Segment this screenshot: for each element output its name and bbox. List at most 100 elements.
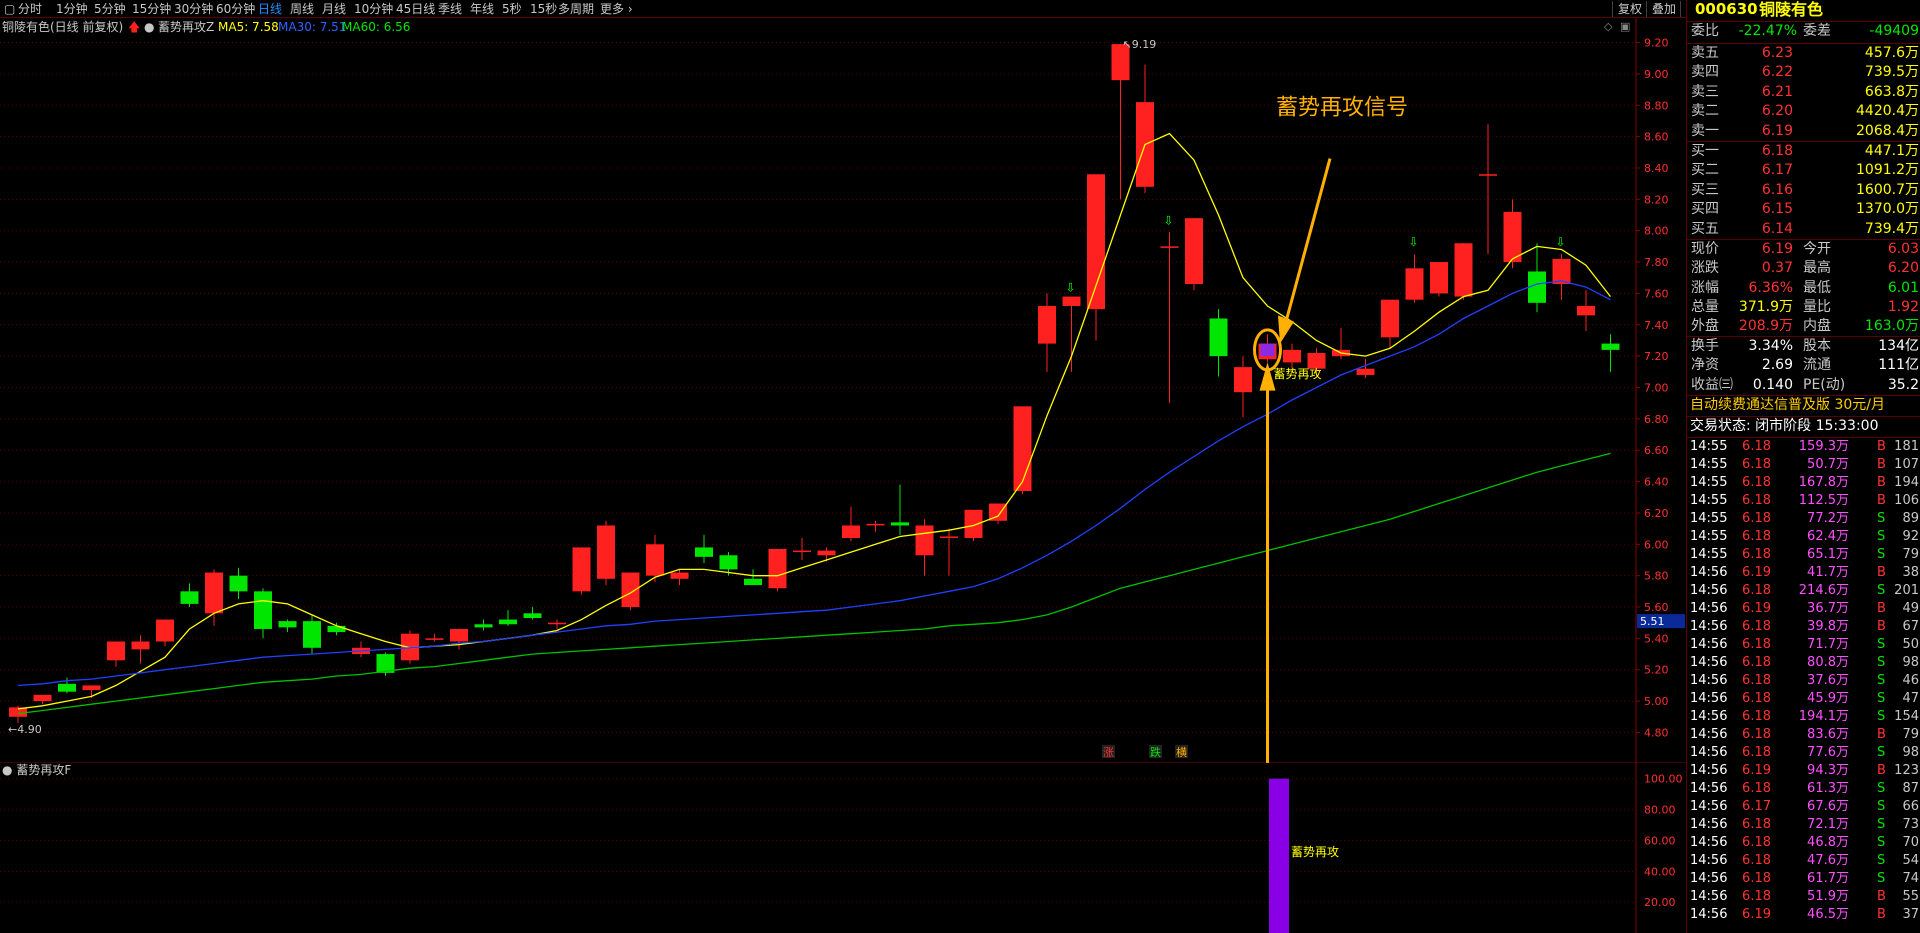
candle-body[interactable] <box>719 555 738 570</box>
candlestick-chart[interactable]: 9.20 9.00 8.80 8.60 8.40 8.20 8.00 7.80 7.60 7.40… <box>0 18 1686 763</box>
period-tab[interactable]: 日线 <box>258 1 282 17</box>
tick-row[interactable]: 14:56 6.18 194.1万 S 154 <box>1687 708 1920 726</box>
period-tab[interactable]: 15秒 <box>530 1 557 17</box>
tick-row[interactable]: 14:55 6.18 167.8万 B 194 <box>1687 474 1920 492</box>
candle-body[interactable] <box>1209 318 1228 357</box>
period-tab[interactable]: 更多 › <box>600 1 633 17</box>
sell-row[interactable]: 卖五 6.23 457.6万 <box>1687 44 1920 63</box>
tick-row[interactable]: 14:55 6.18 77.2万 S 89 <box>1687 510 1920 528</box>
candle-body[interactable] <box>670 572 689 579</box>
tick-row[interactable]: 14:56 6.18 61.3万 S 87 <box>1687 780 1920 798</box>
tick-row[interactable]: 14:56 6.18 77.6万 S 98 <box>1687 744 1920 762</box>
candle-body[interactable] <box>1356 368 1375 375</box>
tick-row[interactable]: 14:55 6.18 159.3万 B 181 <box>1687 438 1920 456</box>
buy-row[interactable]: 买四 6.15 1370.0万 <box>1687 200 1920 219</box>
candle-body[interactable] <box>1454 243 1473 297</box>
candle-body[interactable] <box>499 619 517 625</box>
promo-row[interactable]: 自动续费通达信普及版 30元/月 <box>1687 396 1920 415</box>
candle-body[interactable] <box>327 625 346 633</box>
candle-body[interactable] <box>1062 296 1081 306</box>
candle-body[interactable] <box>964 509 983 539</box>
period-tab[interactable]: 30分钟 <box>174 1 213 17</box>
candle-body[interactable] <box>450 628 468 642</box>
candle-body[interactable] <box>842 525 860 539</box>
candle-body[interactable] <box>82 685 101 691</box>
candle-body[interactable] <box>229 575 248 592</box>
candle-body[interactable] <box>278 621 297 628</box>
candle-body[interactable] <box>1185 218 1203 285</box>
period-tab[interactable]: 10分钟 <box>354 1 393 17</box>
candle-body[interactable] <box>1013 406 1032 491</box>
candle-body[interactable] <box>572 547 591 592</box>
tick-row[interactable]: 14:55 6.18 62.4万 S 92 <box>1687 528 1920 546</box>
candle-body[interactable] <box>1528 271 1546 303</box>
toolbar-button[interactable]: 叠加 <box>1646 1 1680 17</box>
period-tab[interactable]: 5分钟 <box>94 1 126 17</box>
period-tab[interactable]: 15分钟 <box>132 1 171 17</box>
period-tab[interactable]: 分时 <box>18 1 42 17</box>
tick-row[interactable]: 14:56 6.18 80.8万 S 98 <box>1687 654 1920 672</box>
sell-row[interactable]: 卖三 6.21 663.8万 <box>1687 83 1920 102</box>
candle-body[interactable] <box>1430 262 1448 294</box>
candle-body[interactable] <box>474 624 493 628</box>
candle-body[interactable] <box>523 613 542 618</box>
sub-chart[interactable]: 100.00 80.00 60.00 40.00 20.00 蓄势再攻 <box>0 763 1686 933</box>
menu-icon[interactable]: ▢ <box>4 1 15 17</box>
candle-body[interactable] <box>1577 305 1595 316</box>
candle-body[interactable] <box>695 547 713 557</box>
candle-body[interactable] <box>205 572 223 614</box>
promo-text[interactable]: 自动续费通达信普及版 30元/月 <box>1690 396 1885 415</box>
candle-body[interactable] <box>1503 211 1522 263</box>
buy-row[interactable]: 买三 6.16 1600.7万 <box>1687 181 1920 200</box>
candle-body[interactable] <box>744 578 762 586</box>
candle-body[interactable] <box>891 522 909 526</box>
tick-row[interactable]: 14:56 6.18 51.9万 B 55 <box>1687 888 1920 906</box>
diamond-icon[interactable]: ◇ <box>1604 20 1613 33</box>
tick-row[interactable]: 14:56 6.18 83.6万 B 79 <box>1687 726 1920 744</box>
candle-body[interactable] <box>621 572 640 608</box>
candle-body[interactable] <box>58 683 76 692</box>
period-tab[interactable]: 5秒 <box>502 1 522 17</box>
candle-body[interactable] <box>1038 305 1056 344</box>
tick-row[interactable]: 14:56 6.19 36.7万 B 49 <box>1687 600 1920 618</box>
period-tab[interactable]: 周线 <box>290 1 314 17</box>
tick-row[interactable]: 14:56 6.18 72.1万 S 73 <box>1687 816 1920 834</box>
candle-body[interactable] <box>793 550 811 553</box>
candle-body[interactable] <box>131 641 150 650</box>
candle-body[interactable] <box>1234 367 1252 393</box>
candle-body[interactable] <box>254 591 272 629</box>
candle-body[interactable] <box>915 525 934 556</box>
candle-body[interactable] <box>1160 246 1179 248</box>
sell-row[interactable]: 卖四 6.22 739.5万 <box>1687 63 1920 82</box>
tick-row[interactable]: 14:56 6.17 67.6万 S 66 <box>1687 798 1920 816</box>
candle-body[interactable] <box>817 550 836 556</box>
candle-body[interactable] <box>768 549 787 589</box>
toolbar-button[interactable]: 复权 <box>1612 1 1646 17</box>
tick-row[interactable]: 14:56 6.18 61.7万 S 74 <box>1687 870 1920 888</box>
buy-row[interactable]: 买二 6.17 1091.2万 <box>1687 161 1920 180</box>
candle-body[interactable] <box>866 523 885 526</box>
tick-row[interactable]: 14:56 6.18 46.8万 S 70 <box>1687 834 1920 852</box>
period-tab[interactable]: 1分钟 <box>56 1 88 17</box>
sell-row[interactable]: 卖二 6.20 4420.4万 <box>1687 102 1920 121</box>
tick-row[interactable]: 14:55 6.18 65.1万 S 79 <box>1687 546 1920 564</box>
period-tab[interactable]: 多周期 <box>558 1 594 17</box>
candle-body[interactable] <box>1283 349 1301 363</box>
candle-body[interactable] <box>548 622 566 625</box>
window-icon[interactable]: ▣ <box>1620 20 1630 33</box>
buy-row[interactable]: 买五 6.14 739.4万 <box>1687 220 1920 239</box>
candle-body[interactable] <box>646 544 664 576</box>
buy-row[interactable]: 买一 6.18 447.1万 <box>1687 142 1920 161</box>
period-tab[interactable]: 月线 <box>322 1 346 17</box>
signal-candle[interactable] <box>1260 343 1275 357</box>
period-tab[interactable]: 45日线 <box>396 1 435 17</box>
candle-body[interactable] <box>1087 174 1105 310</box>
tick-row[interactable]: 14:55 6.18 112.5万 B 106 <box>1687 492 1920 510</box>
candle-body[interactable] <box>940 536 958 538</box>
sell-row[interactable]: 卖一 6.19 2068.4万 <box>1687 122 1920 141</box>
tick-row[interactable]: 14:56 6.18 39.8万 B 67 <box>1687 618 1920 636</box>
candle-body[interactable] <box>1479 174 1497 176</box>
period-tab[interactable]: 季线 <box>438 1 462 17</box>
tick-row[interactable]: 14:56 6.19 46.5万 B 37 <box>1687 906 1920 924</box>
candle-body[interactable] <box>303 621 321 648</box>
